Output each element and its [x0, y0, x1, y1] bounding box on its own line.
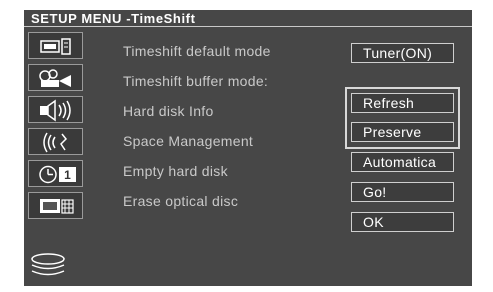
erase-optical-disc-ok-button[interactable]: OK: [351, 212, 454, 232]
timeshift-default-mode-label: Timeshift default mode: [123, 43, 271, 59]
timeshift-default-mode-value[interactable]: Tuner(ON): [351, 43, 454, 63]
setup-menu-screen: SETUP MENU -TimeShift 1 Timeshift defaul…: [24, 10, 472, 292]
timer-icon[interactable]: 1: [28, 160, 83, 187]
buffer-mode-option-refresh[interactable]: Refresh: [351, 93, 454, 113]
disc-stack-icon[interactable]: [30, 252, 70, 280]
menu-title: SETUP MENU -TimeShift: [31, 11, 196, 26]
speaker-icon[interactable]: [28, 96, 83, 123]
space-management-label: Space Management: [123, 133, 254, 149]
hard-disk-info-label: Hard disk Info: [123, 103, 214, 119]
title-bar: SETUP MENU -TimeShift: [24, 10, 472, 27]
empty-hard-disk-label: Empty hard disk: [123, 163, 228, 179]
menu-content: Timeshift default mode Tuner(ON) Timeshi…: [86, 27, 472, 286]
tv-icon[interactable]: [28, 32, 83, 59]
category-sidebar: 1: [24, 27, 103, 292]
signal-icon[interactable]: [28, 128, 83, 155]
timeshift-buffer-mode-label: Timeshift buffer mode:: [123, 73, 269, 89]
buffer-mode-option-preserve[interactable]: Preserve: [351, 122, 454, 142]
camera-icon[interactable]: [28, 64, 83, 91]
empty-hard-disk-go-button[interactable]: Go!: [351, 182, 454, 202]
space-management-value[interactable]: Automatica: [351, 152, 454, 172]
erase-optical-disc-label: Erase optical disc: [123, 193, 239, 209]
monitor-keypad-icon[interactable]: [28, 192, 83, 219]
timer-icon-number: 1: [64, 168, 71, 182]
